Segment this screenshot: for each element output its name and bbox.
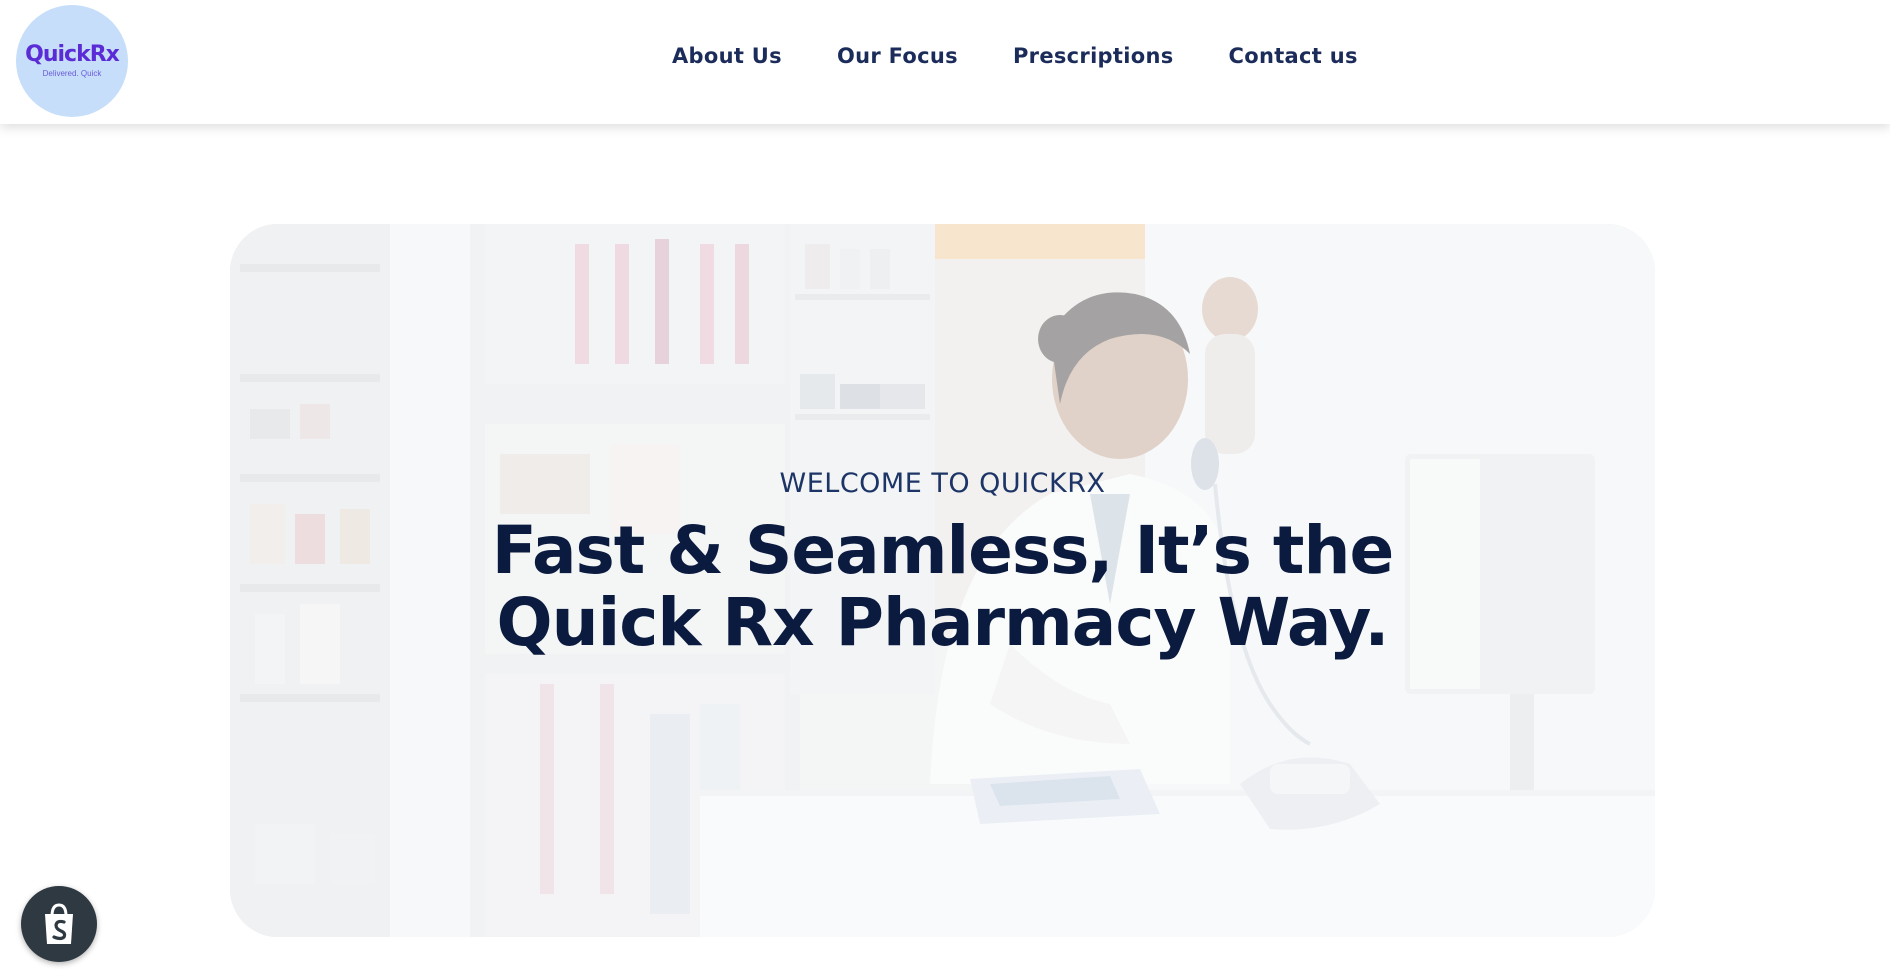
nav-our-focus[interactable]: Our Focus [837,44,958,68]
hero-headline-line-2: Quick Rx Pharmacy Way. [496,584,1390,661]
hero-text-block: WELCOME TO QUICKRX Fast & Seamless, It’s… [230,468,1655,659]
nav-contact-us[interactable]: Contact us [1229,44,1358,68]
logo-wordmark: QuickRx [25,42,120,67]
site-header: QuickRx Delivered. Quick About Us Our Fo… [0,0,1890,124]
hero-headline: Fast & Seamless, It’s the Quick Rx Pharm… [230,515,1655,659]
logo-tagline: Delivered. Quick [42,69,102,78]
hero-eyebrow: WELCOME TO QUICKRX [779,468,1106,499]
nav-about-us[interactable]: About Us [672,44,782,68]
nav-prescriptions[interactable]: Prescriptions [1013,44,1174,68]
shopify-bag-button[interactable] [21,886,97,962]
quickrx-logo[interactable]: QuickRx Delivered. Quick [16,5,128,117]
main-nav: About Us Our Focus Prescriptions Contact… [672,44,1358,68]
shopify-bag-icon [45,903,73,944]
hero-banner: WELCOME TO QUICKRX Fast & Seamless, It’s… [230,224,1655,937]
hero-headline-line-1: Fast & Seamless, It’s the [491,512,1394,589]
